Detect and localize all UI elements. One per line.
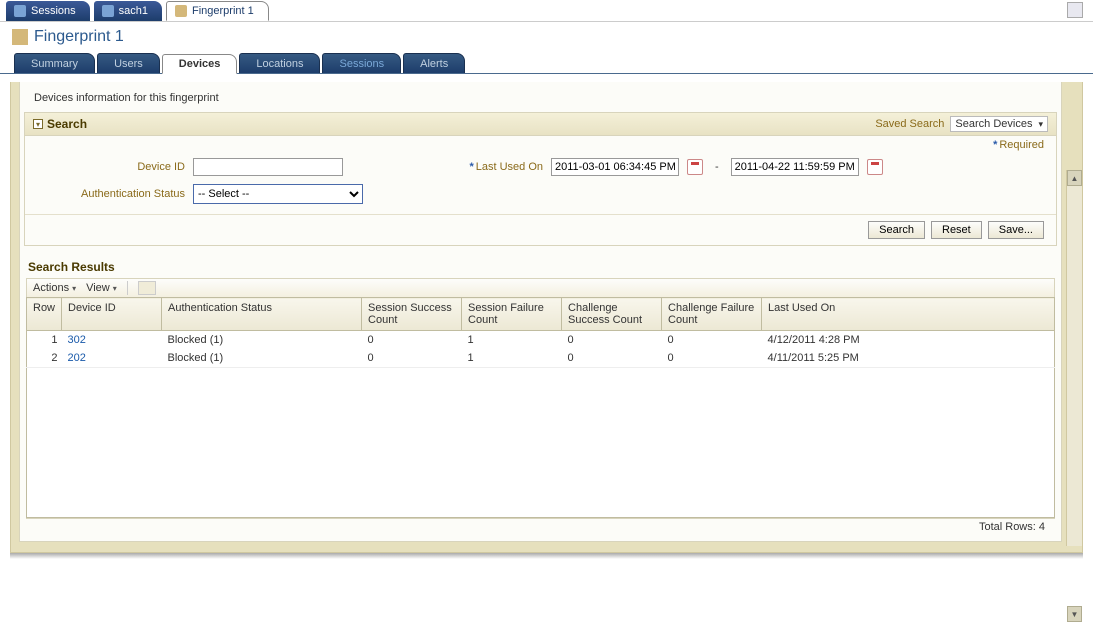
- content-wrap: ▲ ▼ Devices information for this fingerp…: [10, 82, 1083, 553]
- cell-last-used: 4/11/2011 5:25 PM: [762, 349, 1055, 368]
- cell-device-id[interactable]: 202: [62, 349, 162, 368]
- tab-label: sach1: [119, 5, 148, 17]
- cell-challenge-success: 0: [562, 349, 662, 368]
- search-button-row: Search Reset Save...: [25, 214, 1056, 245]
- page-action-icon[interactable]: [1067, 2, 1083, 18]
- results-section: Search Results Actions▾ View▾ Row Device…: [26, 258, 1055, 518]
- col-session-success[interactable]: Session Success Count: [362, 298, 462, 331]
- search-form: Device ID Authentication Status -- Selec…: [25, 154, 1056, 214]
- col-challenge-failure[interactable]: Challenge Failure Count: [662, 298, 762, 331]
- device-id-input[interactable]: [193, 158, 343, 176]
- scroll-up-icon[interactable]: ▲: [1067, 170, 1082, 186]
- tab-summary[interactable]: Summary: [14, 53, 95, 73]
- collapse-icon[interactable]: ▾: [33, 119, 43, 129]
- cell-row: 1: [27, 331, 62, 350]
- scrollbar[interactable]: ▲ ▼: [1066, 170, 1082, 546]
- auth-status-select[interactable]: -- Select --: [193, 184, 363, 204]
- date-range-separator: -: [715, 161, 719, 173]
- total-rows: Total Rows: 4: [26, 518, 1055, 535]
- cell-last-used: 4/12/2011 4:28 PM: [762, 331, 1055, 350]
- breadcrumb-tab-sessions[interactable]: Sessions: [6, 1, 90, 21]
- view-menu[interactable]: View▾: [86, 282, 117, 294]
- tab-devices[interactable]: Devices: [162, 54, 238, 74]
- required-note: *Required: [25, 136, 1056, 154]
- page-title-row: Fingerprint 1: [0, 22, 1093, 52]
- results-toolbar: Actions▾ View▾: [26, 278, 1055, 297]
- search-header: ▾ Search Saved Search Search Devices ▾: [25, 113, 1056, 136]
- actions-menu[interactable]: Actions▾: [33, 282, 76, 294]
- table-empty-space: [27, 368, 1055, 518]
- breadcrumb-tabs: Sessions sach1 Fingerprint 1: [0, 0, 1093, 22]
- table-header-row: Row Device ID Authentication Status Sess…: [27, 298, 1055, 331]
- tab-label: Fingerprint 1: [192, 5, 254, 17]
- col-challenge-success[interactable]: Challenge Success Count: [562, 298, 662, 331]
- chevron-down-icon: ▾: [72, 284, 76, 293]
- saved-search-label: Saved Search: [875, 118, 944, 130]
- cell-row: 2: [27, 349, 62, 368]
- cell-auth-status: Blocked (1): [162, 331, 362, 350]
- device-id-label: Device ID: [65, 161, 185, 173]
- saved-search-select[interactable]: Search Devices ▾: [950, 116, 1048, 132]
- panel-description: Devices information for this fingerprint: [20, 82, 1061, 112]
- cell-session-success: 0: [362, 349, 462, 368]
- sessions-icon: [14, 5, 26, 17]
- saved-search-value: Search Devices: [955, 118, 1032, 130]
- col-session-failure[interactable]: Session Failure Count: [462, 298, 562, 331]
- tab-locations[interactable]: Locations: [239, 53, 320, 73]
- detail-tabs: Summary Users Devices Locations Sessions…: [0, 52, 1093, 74]
- date-from-input[interactable]: [551, 158, 679, 176]
- scroll-track[interactable]: [1067, 186, 1082, 606]
- last-used-label: *Last Used On: [423, 161, 543, 173]
- results-title: Search Results: [26, 258, 1055, 278]
- calendar-icon[interactable]: [687, 159, 703, 175]
- breadcrumb-tab-user[interactable]: sach1: [94, 1, 162, 21]
- reset-button[interactable]: Reset: [931, 221, 982, 239]
- save-button[interactable]: Save...: [988, 221, 1044, 239]
- tab-users[interactable]: Users: [97, 53, 160, 73]
- search-button[interactable]: Search: [868, 221, 925, 239]
- col-last-used[interactable]: Last Used On: [762, 298, 1055, 331]
- results-table: Row Device ID Authentication Status Sess…: [26, 297, 1055, 518]
- drop-shadow: [10, 553, 1083, 559]
- toolbar-separator: [127, 281, 128, 295]
- col-device-id[interactable]: Device ID: [62, 298, 162, 331]
- chevron-down-icon: ▾: [1038, 119, 1043, 130]
- asterisk-icon: *: [993, 139, 997, 151]
- cell-challenge-success: 0: [562, 331, 662, 350]
- breadcrumb-tab-fingerprint[interactable]: Fingerprint 1: [166, 1, 269, 21]
- auth-status-label: Authentication Status: [65, 188, 185, 200]
- cell-challenge-failure: 0: [662, 331, 762, 350]
- col-auth-status[interactable]: Authentication Status: [162, 298, 362, 331]
- fingerprint-icon: [12, 29, 28, 45]
- cell-session-failure: 1: [462, 331, 562, 350]
- search-title: Search: [47, 117, 87, 131]
- col-row[interactable]: Row: [27, 298, 62, 331]
- page-title: Fingerprint 1: [34, 28, 124, 46]
- date-to-input[interactable]: [731, 158, 859, 176]
- scroll-down-icon[interactable]: ▼: [1067, 606, 1082, 622]
- table-row[interactable]: 1 302 Blocked (1) 0 1 0 0 4/12/2011 4:28…: [27, 331, 1055, 350]
- cell-session-failure: 1: [462, 349, 562, 368]
- tab-alerts[interactable]: Alerts: [403, 53, 465, 73]
- detach-icon[interactable]: [138, 281, 156, 295]
- table-row[interactable]: 2 202 Blocked (1) 0 1 0 0 4/11/2011 5:25…: [27, 349, 1055, 368]
- cell-auth-status: Blocked (1): [162, 349, 362, 368]
- cell-challenge-failure: 0: [662, 349, 762, 368]
- search-panel: ▾ Search Saved Search Search Devices ▾ *…: [24, 112, 1057, 246]
- user-icon: [102, 5, 114, 17]
- tab-sessions[interactable]: Sessions: [322, 53, 401, 73]
- fingerprint-icon: [175, 5, 187, 17]
- tab-label: Sessions: [31, 5, 76, 17]
- cell-session-success: 0: [362, 331, 462, 350]
- calendar-icon[interactable]: [867, 159, 883, 175]
- chevron-down-icon: ▾: [113, 284, 117, 293]
- cell-device-id[interactable]: 302: [62, 331, 162, 350]
